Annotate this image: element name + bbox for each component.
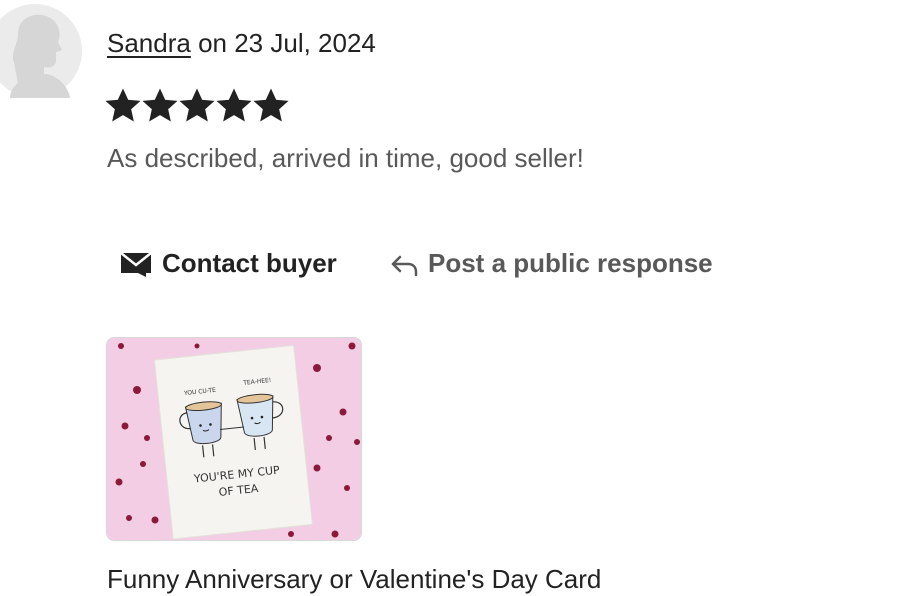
post-public-response-button[interactable]: Post a public response: [390, 247, 713, 279]
default-avatar-icon: [0, 4, 82, 98]
review-byline: Sandra on 23 Jul, 2024: [107, 27, 376, 59]
reply-arrow-icon: [390, 249, 418, 277]
reviewer-name-link[interactable]: Sandra: [107, 28, 191, 58]
star-icon: [216, 88, 252, 122]
envelope-icon: [120, 249, 152, 277]
product-thumbnail[interactable]: YOU CU-TE TEA-HEE! YOU'RE MY CUP OF TEA: [106, 337, 362, 541]
star-rating: [105, 88, 289, 124]
star-icon: [253, 88, 289, 122]
star-icon: [105, 88, 141, 122]
contact-buyer-button[interactable]: Contact buyer: [120, 247, 337, 279]
review-text: As described, arrived in time, good sell…: [107, 143, 584, 173]
post-public-response-label: Post a public response: [428, 248, 713, 278]
star-icon: [142, 88, 178, 122]
star-icon: [179, 88, 215, 122]
review-date: on 23 Jul, 2024: [198, 28, 376, 58]
reviewer-avatar[interactable]: [0, 4, 82, 100]
contact-buyer-label: Contact buyer: [162, 248, 337, 278]
product-title-link[interactable]: Funny Anniversary or Valentine's Day Car…: [107, 563, 601, 595]
